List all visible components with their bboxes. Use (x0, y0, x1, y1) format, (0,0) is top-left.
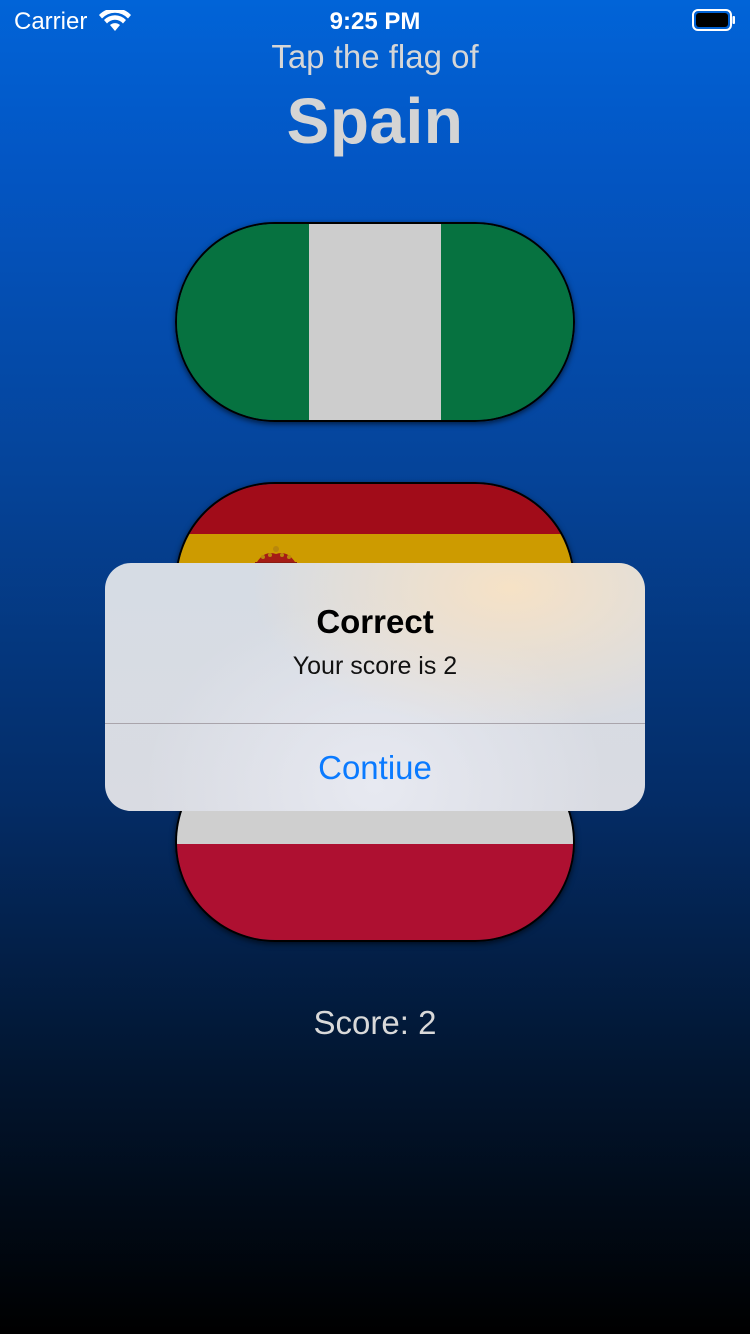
prompt-label: Tap the flag of (271, 38, 479, 75)
flag-button-nigeria[interactable] (175, 222, 575, 422)
flag-stripe (309, 224, 441, 420)
alert-dialog: Correct Your score is 2 Contiue (105, 563, 645, 811)
nigeria-flag (177, 224, 573, 420)
alert-title: Correct (316, 603, 434, 640)
status-bar: Carrier 9:25 PM (0, 0, 750, 40)
flag-stripe (177, 224, 309, 420)
continue-button[interactable]: Contiue (105, 724, 645, 811)
battery-icon (692, 9, 735, 31)
country-title: Spain (286, 85, 464, 157)
alert-message: Your score is 2 (292, 652, 458, 680)
status-time: 9:25 PM (329, 8, 421, 35)
flag-stripe (177, 844, 573, 940)
flag-stripe (177, 484, 573, 534)
score-label: Score: 2 (313, 1004, 437, 1041)
flag-stripe (441, 224, 573, 420)
